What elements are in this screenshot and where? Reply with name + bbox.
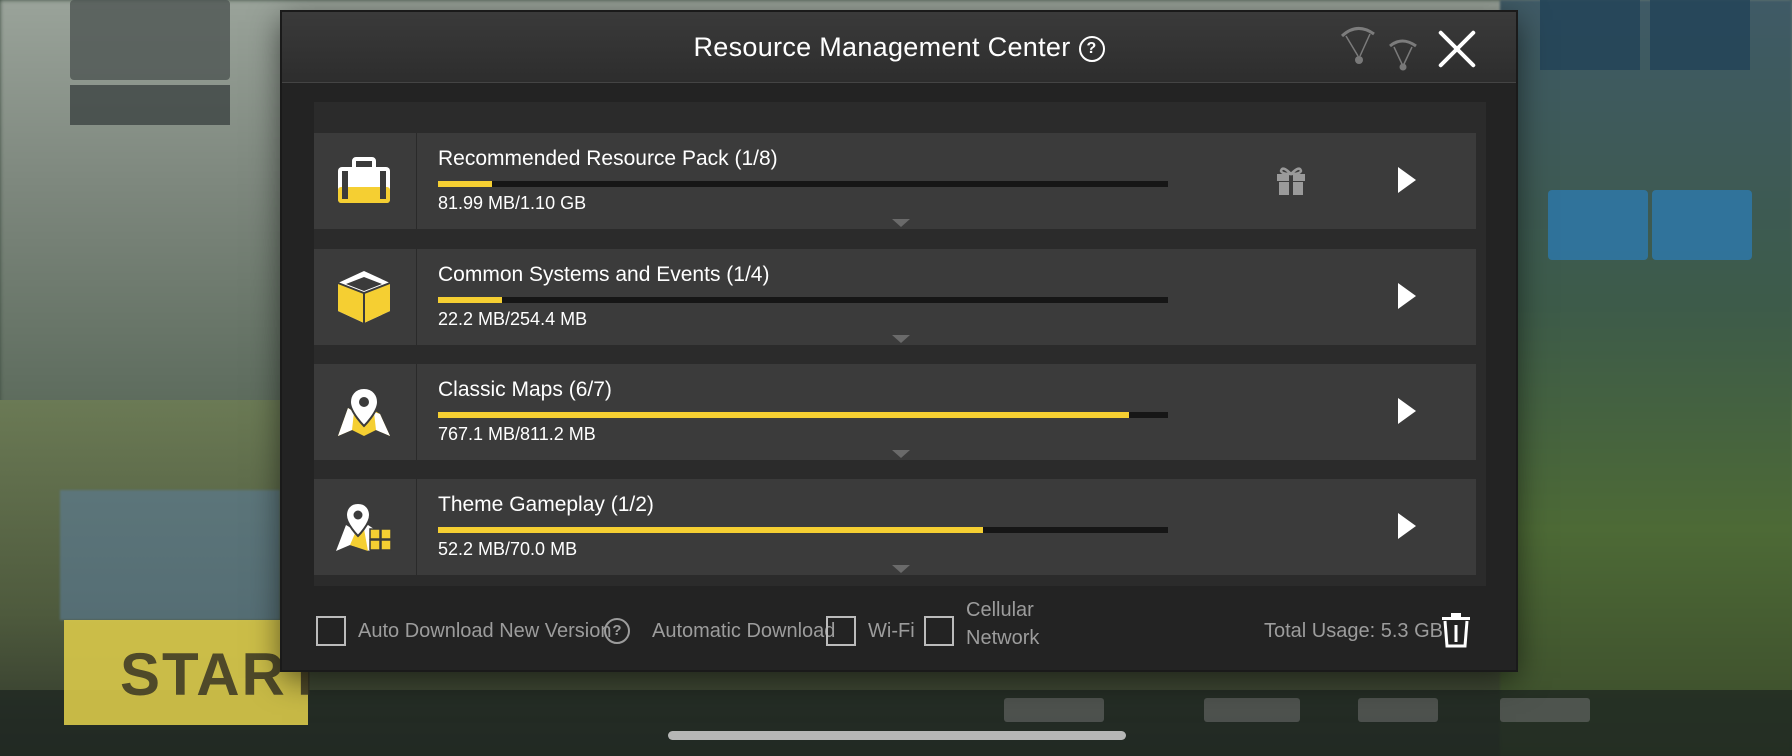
resource-pack-row[interactable]: Theme Gameplay (1/2) 52.2 MB/70.0 MB	[314, 479, 1476, 575]
pack-size: 52.2 MB/70.0 MB	[438, 539, 578, 559]
cellular-label-line: Network	[966, 627, 1040, 649]
auto-download-checkbox[interactable]	[316, 616, 346, 646]
close-icon[interactable]	[1434, 26, 1480, 72]
home-indicator[interactable]	[668, 731, 1126, 740]
background-tile	[1548, 190, 1648, 260]
pack-name: Common Systems and Events (1/4)	[438, 263, 770, 286]
resource-pack-row[interactable]: Common Systems and Events (1/4) 22.2 MB/…	[314, 249, 1476, 345]
row-icon-cell	[314, 249, 417, 345]
open-pack-arrow-icon[interactable]	[1398, 167, 1416, 193]
automatic-download-label: Automatic Download	[652, 620, 836, 642]
trash-icon[interactable]	[1440, 612, 1472, 648]
progress-bar	[438, 181, 1168, 187]
map-pin-icon	[338, 386, 390, 436]
background-tile	[1540, 0, 1640, 70]
expand-caret-icon[interactable]	[892, 219, 910, 227]
modal-title: Resource Management Center?	[282, 12, 1516, 82]
auto-download-label: Auto Download New Version	[358, 620, 612, 642]
help-icon[interactable]: ?	[1078, 36, 1105, 62]
pack-size: 767.1 MB/811.2 MB	[438, 424, 596, 444]
background-panel	[70, 0, 230, 80]
resource-pack-row[interactable]: Recommended Resource Pack (1/8) 81.99 MB…	[314, 133, 1476, 229]
resource-pack-row[interactable]: Classic Maps (6/7) 767.1 MB/811.2 MB	[314, 364, 1476, 460]
pack-size: 22.2 MB/254.4 MB	[438, 309, 588, 329]
row-icon-cell	[314, 479, 417, 575]
gift-icon[interactable]	[1274, 163, 1308, 197]
expand-caret-icon[interactable]	[892, 335, 910, 343]
background-tile	[1650, 0, 1750, 70]
pack-size: 81.99 MB/1.10 GB	[438, 193, 587, 213]
auto-download-help-icon[interactable]: ?	[604, 618, 630, 644]
progress-fill	[438, 527, 983, 533]
progress-fill	[438, 412, 1129, 418]
wifi-label: Wi-Fi	[868, 620, 915, 642]
cellular-network-checkbox[interactable]	[924, 616, 954, 646]
modal-header: Resource Management Center?	[282, 12, 1516, 83]
background-tab	[1204, 698, 1300, 722]
resource-management-modal: Resource Management Center? Recommended …	[282, 12, 1516, 670]
expand-caret-icon[interactable]	[892, 450, 910, 458]
background-right-area	[1500, 0, 1792, 756]
progress-bar	[438, 412, 1168, 418]
progress-bar	[438, 297, 1168, 303]
open-pack-arrow-icon[interactable]	[1398, 283, 1416, 309]
background-panel	[70, 85, 230, 125]
pack-name: Theme Gameplay (1/2)	[438, 493, 654, 516]
pack-name: Classic Maps (6/7)	[438, 378, 612, 401]
modal-title-text: Resource Management Center	[693, 32, 1071, 62]
background-tab	[1004, 698, 1104, 722]
briefcase-icon	[338, 157, 390, 203]
cube-icon	[337, 271, 391, 323]
cellular-network-label: Cellular Network	[966, 596, 1039, 652]
modal-footer: Auto Download New Version ? Automatic Do…	[282, 599, 1516, 662]
resource-pack-list: Recommended Resource Pack (1/8) 81.99 MB…	[314, 102, 1486, 586]
total-usage-label: Total Usage: 5.3 GB	[1264, 620, 1443, 642]
map-grid-icon	[336, 501, 392, 551]
background-tile	[1652, 190, 1752, 260]
pack-name: Recommended Resource Pack (1/8)	[438, 147, 778, 170]
progress-fill	[438, 297, 502, 303]
background-tab	[1358, 698, 1438, 722]
background-tab	[1500, 698, 1590, 722]
expand-caret-icon[interactable]	[892, 565, 910, 573]
progress-fill	[438, 181, 493, 187]
progress-bar	[438, 527, 1168, 533]
row-icon-cell	[314, 133, 417, 229]
cellular-label-line: Cellular	[966, 599, 1034, 621]
wifi-checkbox[interactable]	[826, 616, 856, 646]
background-panel	[60, 490, 280, 620]
open-pack-arrow-icon[interactable]	[1398, 513, 1416, 539]
open-pack-arrow-icon[interactable]	[1398, 398, 1416, 424]
row-icon-cell	[314, 364, 417, 460]
